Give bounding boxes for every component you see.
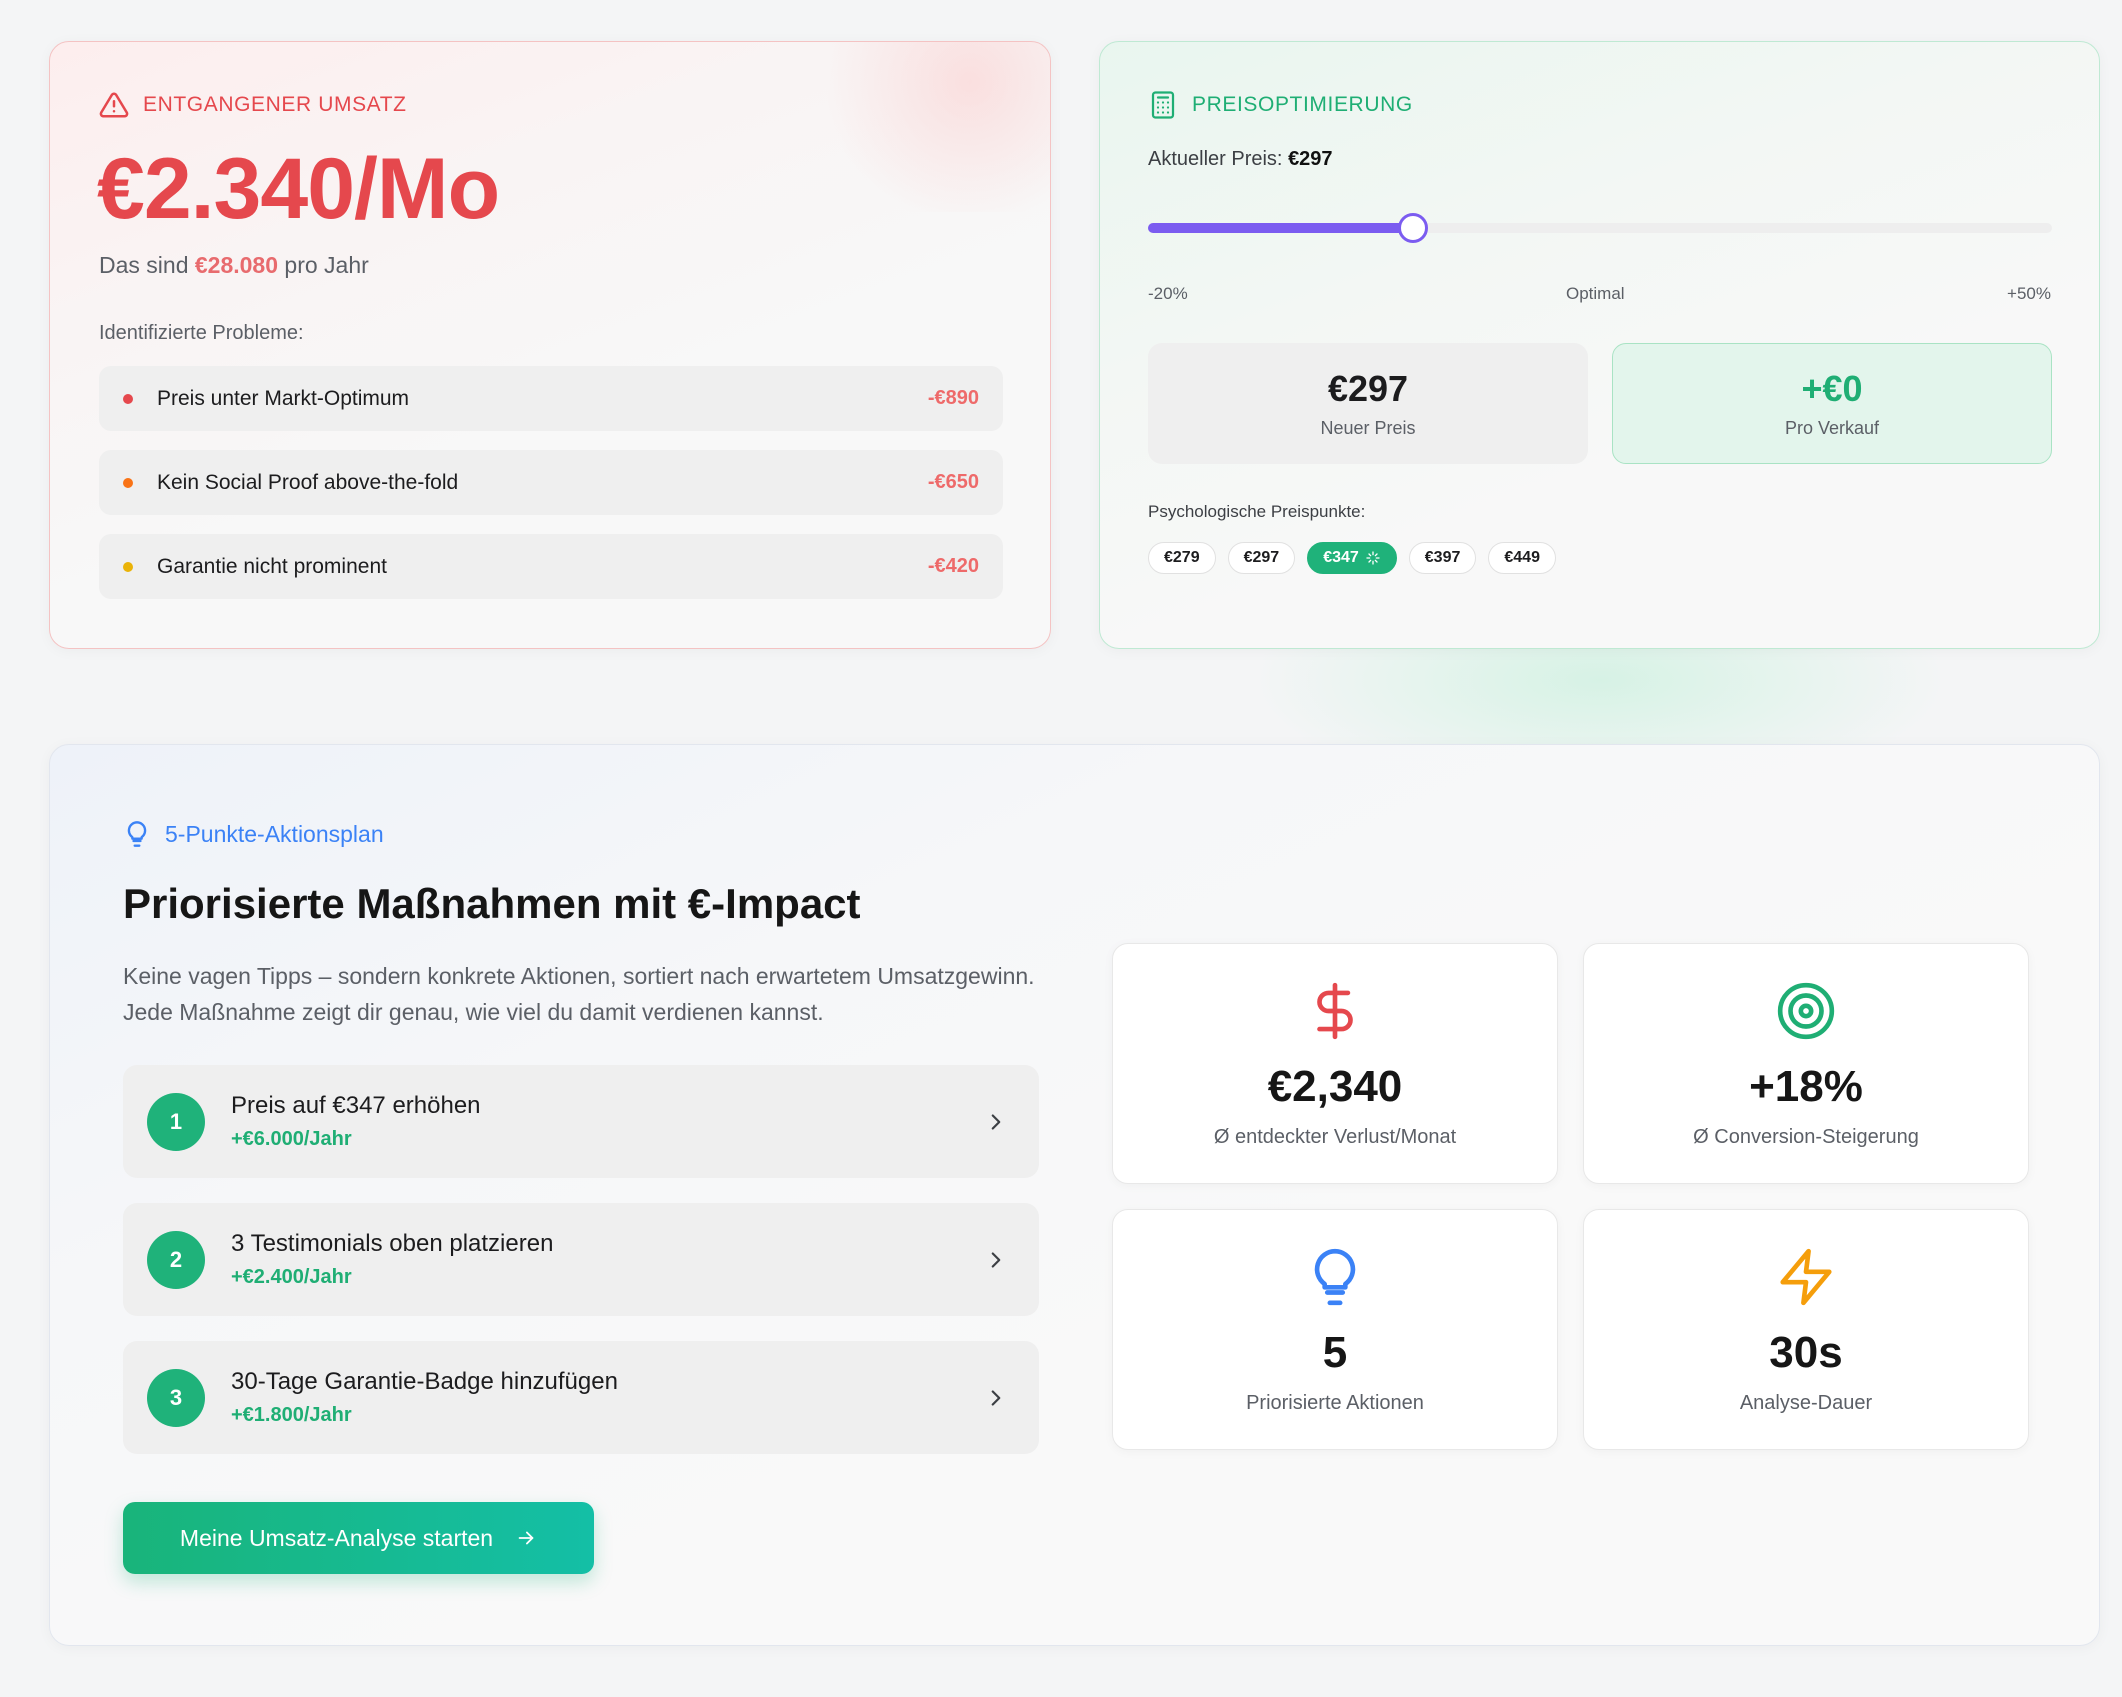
price-slider-thumb[interactable] — [1397, 213, 1428, 243]
slider-max-label: +50% — [2007, 284, 2051, 303]
issue-text: Preis unter Markt-Optimum — [157, 386, 410, 410]
stat-value: 5 — [1322, 1328, 1348, 1377]
action-number: 1 — [147, 1092, 205, 1151]
stat-value: 30s — [1769, 1328, 1843, 1377]
action-gain: +€1.800/Jahr — [231, 1404, 352, 1426]
price-chip-label: €397 — [1424, 549, 1461, 566]
warning-icon — [99, 92, 129, 118]
start-analysis-label: Meine Umsatz-Analyse starten — [179, 1524, 494, 1551]
action-item[interactable]: 2 3 Testimonials oben platzieren +€2.400… — [123, 1203, 1039, 1316]
new-price-label: Neuer Preis — [1320, 418, 1416, 438]
action-plan-title: Priorisierte Maßnahmen mit €-Impact — [123, 880, 861, 927]
action-item[interactable]: 1 Preis auf €347 erhöhen +€6.000/Jahr — [123, 1065, 1039, 1178]
arrow-right-icon — [518, 1531, 534, 1545]
issue-dot — [123, 393, 133, 404]
stat-value: €2,340 — [1267, 1062, 1403, 1111]
issue-item: Preis unter Markt-Optimum -€890 — [99, 366, 1003, 431]
stat-card-actions: 5 Priorisierte Aktionen — [1112, 1209, 1558, 1450]
lost-revenue-yearly: Das sind €28.080 pro Jahr — [99, 252, 369, 279]
price-chip-label: €347 — [1323, 549, 1359, 566]
stat-label: Ø Conversion-Steigerung — [1693, 1126, 1919, 1148]
yearly-value: €28.080 — [194, 252, 279, 278]
price-chip-recommended[interactable]: €347 — [1307, 542, 1397, 574]
slider-min-label: -20% — [1148, 284, 1188, 303]
price-chip-label: €297 — [1243, 549, 1280, 566]
start-analysis-button[interactable]: Meine Umsatz-Analyse starten — [123, 1502, 594, 1574]
lightning-icon — [1780, 1248, 1832, 1306]
current-price: Aktueller Preis: €297 — [1148, 148, 1333, 171]
issue-dot — [123, 477, 133, 488]
current-price-label: Aktueller Preis: — [1148, 148, 1289, 170]
chevron-right-icon — [991, 1113, 1001, 1130]
chevron-right-icon — [991, 1389, 1001, 1406]
lost-revenue-eyebrow: ENTGANGENER UMSATZ — [99, 90, 407, 120]
issue-item: Kein Social Proof above-the-fold -€650 — [99, 450, 1003, 515]
price-optimization-card: PREISOPTIMIERUNG Aktueller Preis: €297 -… — [1099, 41, 2100, 649]
psychological-price-label: Psychologische Preispunkte: — [1148, 502, 1366, 521]
price-chip-label: €279 — [1164, 549, 1200, 566]
current-price-value: €297 — [1288, 148, 1333, 170]
lightbulb-icon — [1314, 1248, 1356, 1306]
price-point-chips: €279 €297 €347 €397 €449 — [1148, 542, 1556, 574]
action-title: Preis auf €347 erhöhen — [231, 1092, 481, 1119]
yearly-suffix: pro Jahr — [278, 252, 369, 278]
per-sale-box: +€0 Pro Verkauf — [1612, 343, 2052, 464]
action-gain: +€6.000/Jahr — [231, 1128, 352, 1150]
slider-mid-label: Optimal — [1566, 284, 1625, 303]
issue-value: -€890 — [927, 387, 979, 409]
chevron-right-icon — [991, 1251, 1001, 1268]
price-optimization-eyebrow: PREISOPTIMIERUNG — [1148, 90, 1413, 120]
stat-card-loss: €2,340 Ø entdeckter Verlust/Monat — [1112, 943, 1558, 1184]
target-icon — [1777, 982, 1835, 1040]
issue-value: -€420 — [927, 555, 979, 577]
issue-dot — [123, 561, 133, 572]
sparkle-icon — [1366, 551, 1380, 565]
yearly-prefix: Das sind — [99, 252, 195, 278]
issue-text: Kein Social Proof above-the-fold — [157, 470, 459, 494]
issue-text: Garantie nicht prominent — [157, 554, 387, 578]
action-title: 3 Testimonials oben platzieren — [231, 1230, 554, 1257]
stat-card-duration: 30s Analyse-Dauer — [1583, 1209, 2029, 1450]
price-slider[interactable] — [1148, 213, 2052, 243]
stat-label: Analyse-Dauer — [1739, 1392, 1873, 1414]
dollar-icon — [1317, 982, 1353, 1040]
action-number: 2 — [147, 1230, 205, 1289]
stat-label: Priorisierte Aktionen — [1246, 1392, 1424, 1414]
price-chip[interactable]: €449 — [1488, 542, 1556, 574]
action-plan-eyebrow-text: 5-Punkte-Aktionsplan — [165, 820, 384, 847]
action-plan-section: 5-Punkte-Aktionsplan Priorisierte Maßnah… — [49, 744, 2100, 1646]
stat-card-conversion: +18% Ø Conversion-Steigerung — [1583, 943, 2029, 1184]
price-chip-label: €449 — [1504, 549, 1540, 566]
price-slider-fill — [1148, 223, 1413, 233]
action-item[interactable]: 3 30-Tage Garantie-Badge hinzufügen +€1.… — [123, 1341, 1039, 1454]
action-plan-description: Keine vagen Tipps – sondern konkrete Akt… — [123, 963, 1035, 1025]
issues-label: Identifizierte Probleme: — [99, 322, 304, 344]
price-chip[interactable]: €297 — [1227, 542, 1296, 574]
issue-value: -€650 — [927, 471, 979, 493]
calculator-icon — [1151, 91, 1175, 119]
issue-item: Garantie nicht prominent -€420 — [99, 534, 1003, 599]
lightbulb-icon — [127, 821, 147, 847]
new-price-box: €297 Neuer Preis — [1148, 343, 1588, 464]
price-optimization-eyebrow-text: PREISOPTIMIERUNG — [1192, 93, 1413, 116]
action-plan-eyebrow: 5-Punkte-Aktionsplan — [123, 820, 384, 848]
price-chip[interactable]: €397 — [1408, 542, 1477, 574]
stat-label: Ø entdeckter Verlust/Monat — [1213, 1126, 1457, 1148]
lost-revenue-card: ENTGANGENER UMSATZ €2.340/Mo Das sind €2… — [49, 41, 1051, 649]
action-number: 3 — [147, 1368, 205, 1427]
lost-revenue-amount: €2.340/Mo — [97, 141, 500, 237]
per-sale-value: +€0 — [1801, 368, 1863, 409]
lost-revenue-eyebrow-text: ENTGANGENER UMSATZ — [143, 93, 407, 116]
action-title: 30-Tage Garantie-Badge hinzufügen — [231, 1368, 618, 1395]
per-sale-label: Pro Verkauf — [1784, 418, 1880, 438]
stat-value: +18% — [1749, 1062, 1863, 1111]
action-gain: +€2.400/Jahr — [231, 1266, 352, 1288]
price-chip[interactable]: €279 — [1148, 542, 1216, 574]
new-price-value: €297 — [1327, 368, 1409, 409]
